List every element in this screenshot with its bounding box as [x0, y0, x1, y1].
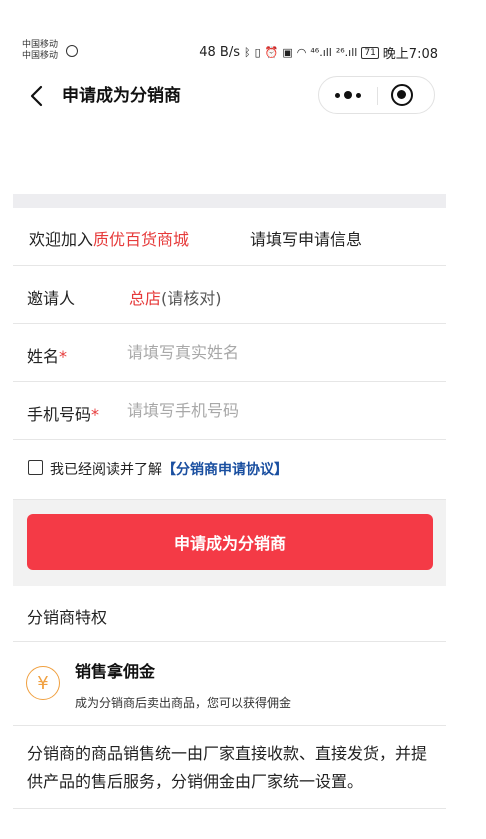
- shop-name: 质优百货商城: [93, 230, 190, 249]
- name-label-text: 姓名: [27, 347, 60, 366]
- section-divider: [13, 194, 446, 208]
- hd-icon: ▣: [282, 46, 293, 59]
- bluetooth-icon: ᛒ: [243, 46, 251, 59]
- more-dot-icon: [335, 92, 340, 98]
- signal-2-icon: ²⁶.ıll: [335, 46, 358, 59]
- yen-icon: ¥: [26, 666, 60, 700]
- agreement-text: 我已经阅读并了解【分销商申请协议】: [50, 459, 288, 479]
- more-button[interactable]: [319, 77, 377, 113]
- agreement-link[interactable]: 【分销商申请协议】: [162, 462, 288, 478]
- privilege-item: ¥ 销售拿佣金 成为分销商后卖出商品，您可以获得佣金: [13, 642, 446, 726]
- signal-1-icon: ⁴⁶.ıll: [310, 46, 332, 59]
- status-time: 晚上7:08: [382, 47, 438, 62]
- agreement-label: 我已经阅读并了解: [50, 462, 162, 478]
- nav-bar: 申请成为分销商: [0, 74, 486, 118]
- welcome-hint: 请填写申请信息: [250, 230, 363, 249]
- battery-icon: 71: [361, 46, 379, 59]
- chevron-left-icon: [30, 85, 43, 107]
- more-dot-icon: [344, 91, 352, 99]
- name-row: 姓名*: [13, 324, 446, 382]
- carrier-info: 中国移动 中国移动: [22, 40, 58, 62]
- inviter-label: 邀请人: [27, 289, 76, 308]
- more-dot-icon: [356, 92, 361, 98]
- capsule-divider: [377, 87, 378, 105]
- apply-distributor-button[interactable]: 申请成为分销商: [27, 514, 433, 570]
- mini-program-capsule: [318, 76, 435, 114]
- vibrate-icon: ▯: [254, 46, 261, 59]
- page-title: 申请成为分销商: [62, 86, 181, 106]
- carrier-1: 中国移动: [22, 40, 59, 50]
- back-button[interactable]: [26, 84, 50, 108]
- wifi-icon: ◠: [296, 46, 307, 59]
- submit-area: 申请成为分销商: [13, 500, 446, 586]
- phone-input[interactable]: [127, 396, 427, 424]
- loading-circle-icon: [66, 45, 78, 57]
- privilege-desc: 成为分销商后卖出商品，您可以获得佣金: [75, 696, 292, 710]
- agreement-checkbox[interactable]: [28, 460, 43, 475]
- network-speed: 48 B/s: [199, 45, 240, 60]
- name-label: 姓名*: [27, 343, 67, 367]
- inviter-note: (请核对): [161, 289, 222, 308]
- privilege-header: 分销商特权: [13, 586, 446, 642]
- name-input[interactable]: [127, 338, 427, 366]
- status-bar-right: 48 B/s ᛒ ▯ ⏰ ▣ ◠ ⁴⁶.ıll ²⁶.ıll 71 晚上7:08: [199, 43, 438, 62]
- welcome-prefix: 欢迎加入: [29, 230, 94, 249]
- alarm-icon: ⏰: [264, 46, 279, 59]
- phone-row: 手机号码*: [13, 382, 446, 440]
- inviter-name: 总店: [129, 289, 162, 308]
- close-mini-program-button[interactable]: [391, 84, 413, 106]
- privilege-title: 分销商特权: [27, 608, 108, 627]
- required-mark: *: [59, 347, 68, 366]
- inviter-row: 邀请人 总店(请核对): [13, 266, 446, 324]
- carrier-2: 中国移动: [22, 51, 59, 61]
- phone-label: 手机号码*: [27, 401, 99, 425]
- privilege-name: 销售拿佣金: [75, 662, 156, 681]
- welcome-text: 欢迎加入质优百货商城: [29, 226, 189, 250]
- inviter-value: 总店(请核对): [129, 285, 222, 309]
- distributor-description: 分销商的商品销售统一由厂家直接收款、直接发货，并提供产品的售后服务，分销佣金由厂…: [13, 726, 446, 809]
- agreement-row: 我已经阅读并了解【分销商申请协议】: [13, 440, 446, 500]
- welcome-row: 欢迎加入质优百货商城 请填写申请信息: [13, 208, 446, 266]
- main-content: 欢迎加入质优百货商城 请填写申请信息 邀请人 总店(请核对) 姓名* 手机号码*…: [13, 194, 446, 809]
- phone-label-text: 手机号码: [27, 405, 92, 424]
- required-mark: *: [91, 405, 100, 424]
